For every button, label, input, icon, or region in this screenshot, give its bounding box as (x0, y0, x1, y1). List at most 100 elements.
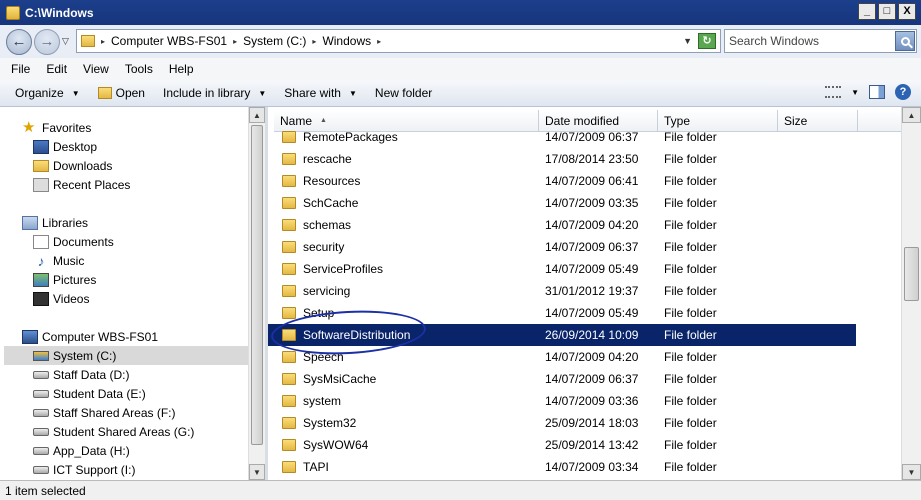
menu-bar: File Edit View Tools Help (0, 58, 921, 80)
view-controls: ▼ ? (825, 84, 911, 100)
file-type: File folder (664, 372, 717, 386)
close-button[interactable]: X (898, 3, 916, 20)
back-button[interactable]: ← (6, 28, 32, 55)
file-date: 14/07/2009 06:41 (545, 174, 639, 188)
menu-file[interactable]: File (11, 62, 30, 76)
nav-drive-d[interactable]: Staff Data (D:) (33, 365, 129, 384)
file-row[interactable]: SchCache 14/07/2009 03:35 File folder (268, 192, 856, 214)
nav-drive-g[interactable]: Student Shared Areas (G:) (33, 422, 194, 441)
breadcrumb-windows[interactable]: Windows (322, 34, 371, 48)
open-button[interactable]: Open (97, 86, 145, 100)
preview-pane-icon[interactable] (869, 85, 885, 99)
file-row[interactable]: Setup 14/07/2009 05:49 File folder (268, 302, 856, 324)
sort-ascending-icon: ▲ (320, 117, 327, 124)
file-name-cell: System32 (282, 416, 356, 430)
share-with-button[interactable]: Share with ▼ (284, 86, 357, 100)
file-row[interactable]: SysWOW64 25/09/2014 13:42 File folder (268, 434, 856, 456)
nav-computer[interactable]: Computer WBS-FS01 (22, 327, 158, 346)
nav-libraries[interactable]: Libraries (22, 213, 88, 232)
file-row[interactable]: Resources 14/07/2009 06:41 File folder (268, 170, 856, 192)
address-row: ← → ▽ ▸ Computer WBS-FS01 ▸ System (C:) … (0, 25, 921, 58)
nav-system-drive[interactable]: System (C:) (4, 346, 248, 365)
chevron-right-icon[interactable]: ▸ (101, 37, 105, 46)
menu-view[interactable]: View (83, 62, 109, 76)
nav-drive-f[interactable]: Staff Shared Areas (F:) (33, 403, 176, 422)
file-name-cell: Speech (282, 350, 344, 364)
nav-music[interactable]: ♪ Music (33, 251, 85, 270)
scrollbar-thumb[interactable] (904, 247, 919, 301)
file-name: rescache (303, 152, 352, 166)
nav-drive-h[interactable]: App_Data (H:) (33, 441, 130, 460)
nav-drive-e[interactable]: Student Data (E:) (33, 384, 146, 403)
nav-drive-f-label: Staff Shared Areas (F:) (53, 405, 176, 420)
file-row[interactable]: System32 25/09/2014 18:03 File folder (268, 412, 856, 434)
nav-pictures[interactable]: Pictures (33, 270, 96, 289)
forward-button[interactable]: → (34, 28, 60, 55)
scrollbar-thumb[interactable] (251, 125, 263, 445)
system-drive-icon (33, 350, 49, 361)
breadcrumb-computer[interactable]: Computer WBS-FS01 (111, 34, 227, 48)
chevron-down-icon[interactable]: ▼ (851, 88, 859, 97)
folder-icon (282, 439, 296, 451)
file-row[interactable]: schemas 14/07/2009 04:20 File folder (268, 214, 856, 236)
new-folder-button[interactable]: New folder (375, 86, 432, 100)
nav-drive-i[interactable]: ICT Support (I:) (33, 460, 135, 479)
file-row[interactable]: SoftwareDistribution 26/09/2014 10:09 File… (268, 324, 856, 346)
file-date: 25/09/2014 18:03 (545, 416, 639, 430)
include-in-library-button[interactable]: Include in library ▼ (163, 86, 266, 100)
help-icon[interactable]: ? (895, 84, 911, 100)
menu-tools[interactable]: Tools (125, 62, 153, 76)
view-options-icon[interactable] (825, 86, 842, 98)
scroll-down-icon[interactable]: ▼ (902, 464, 921, 480)
nav-drive-g-label: Student Shared Areas (G:) (53, 424, 195, 439)
file-type: File folder (664, 240, 717, 254)
chevron-right-icon[interactable]: ▸ (312, 37, 316, 46)
chevron-down-icon[interactable]: ▼ (683, 36, 692, 46)
menu-edit[interactable]: Edit (46, 62, 67, 76)
chevron-right-icon[interactable]: ▸ (233, 37, 237, 46)
minimize-button[interactable]: _ (858, 3, 876, 20)
status-bar: 1 item selected (0, 480, 921, 500)
file-row[interactable]: SysMsiCache 14/07/2009 06:37 File folder (268, 368, 856, 390)
nav-documents[interactable]: Documents (33, 232, 114, 251)
folder-icon (282, 461, 296, 473)
folder-icon (81, 35, 95, 47)
address-bar[interactable]: ▸ Computer WBS-FS01 ▸ System (C:) ▸ Wind… (76, 29, 721, 53)
file-row[interactable]: RemotePackages 14/07/2009 06:37 File folde… (268, 126, 856, 148)
search-box[interactable]: Search Windows (724, 29, 917, 53)
scroll-up-icon[interactable]: ▲ (902, 107, 921, 123)
search-input[interactable]: Search Windows (729, 34, 819, 48)
file-date: 14/07/2009 06:37 (545, 130, 639, 144)
nav-favorites[interactable]: ★ Favorites (22, 118, 91, 137)
maximize-button[interactable]: □ (878, 3, 896, 20)
file-list-scrollbar[interactable]: ▲ ▼ (901, 107, 921, 480)
scroll-up-icon[interactable]: ▲ (249, 107, 265, 123)
file-type: File folder (664, 196, 717, 210)
file-row[interactable]: security 14/07/2009 06:37 File folder (268, 236, 856, 258)
search-button[interactable] (895, 31, 915, 51)
file-date: 31/01/2012 19:37 (545, 284, 639, 298)
nav-downloads[interactable]: Downloads (33, 156, 112, 175)
chevron-right-icon[interactable]: ▸ (377, 37, 381, 46)
file-row[interactable]: rescache 17/08/2014 23:50 File folder (268, 148, 856, 170)
file-row[interactable]: Speech 14/07/2009 04:20 File folder (268, 346, 856, 368)
folder-icon (282, 373, 296, 385)
documents-icon (33, 234, 49, 249)
videos-icon (33, 291, 49, 306)
file-row[interactable]: servicing 31/01/2012 19:37 File folder (268, 280, 856, 302)
recent-pages-dropdown[interactable]: ▽ (62, 36, 69, 47)
breadcrumb-system-drive[interactable]: System (C:) (243, 34, 306, 48)
nav-desktop[interactable]: Desktop (33, 137, 97, 156)
file-row[interactable]: TAPI 14/07/2009 03:34 File folder (268, 456, 856, 478)
organize-button[interactable]: Organize ▼ (15, 86, 80, 100)
file-date: 14/07/2009 03:34 (545, 460, 639, 474)
nav-pane-scrollbar[interactable]: ▲ ▼ (248, 107, 265, 480)
nav-recent-places[interactable]: Recent Places (33, 175, 130, 194)
nav-videos[interactable]: Videos (33, 289, 89, 308)
scroll-down-icon[interactable]: ▼ (249, 464, 265, 480)
refresh-button[interactable]: ↻ (698, 33, 716, 49)
new-folder-label: New folder (374, 86, 433, 100)
file-row[interactable]: system 14/07/2009 03:36 File folder (268, 390, 856, 412)
menu-help[interactable]: Help (169, 62, 194, 76)
file-row[interactable]: ServiceProfiles 14/07/2009 05:49 File fold… (268, 258, 856, 280)
